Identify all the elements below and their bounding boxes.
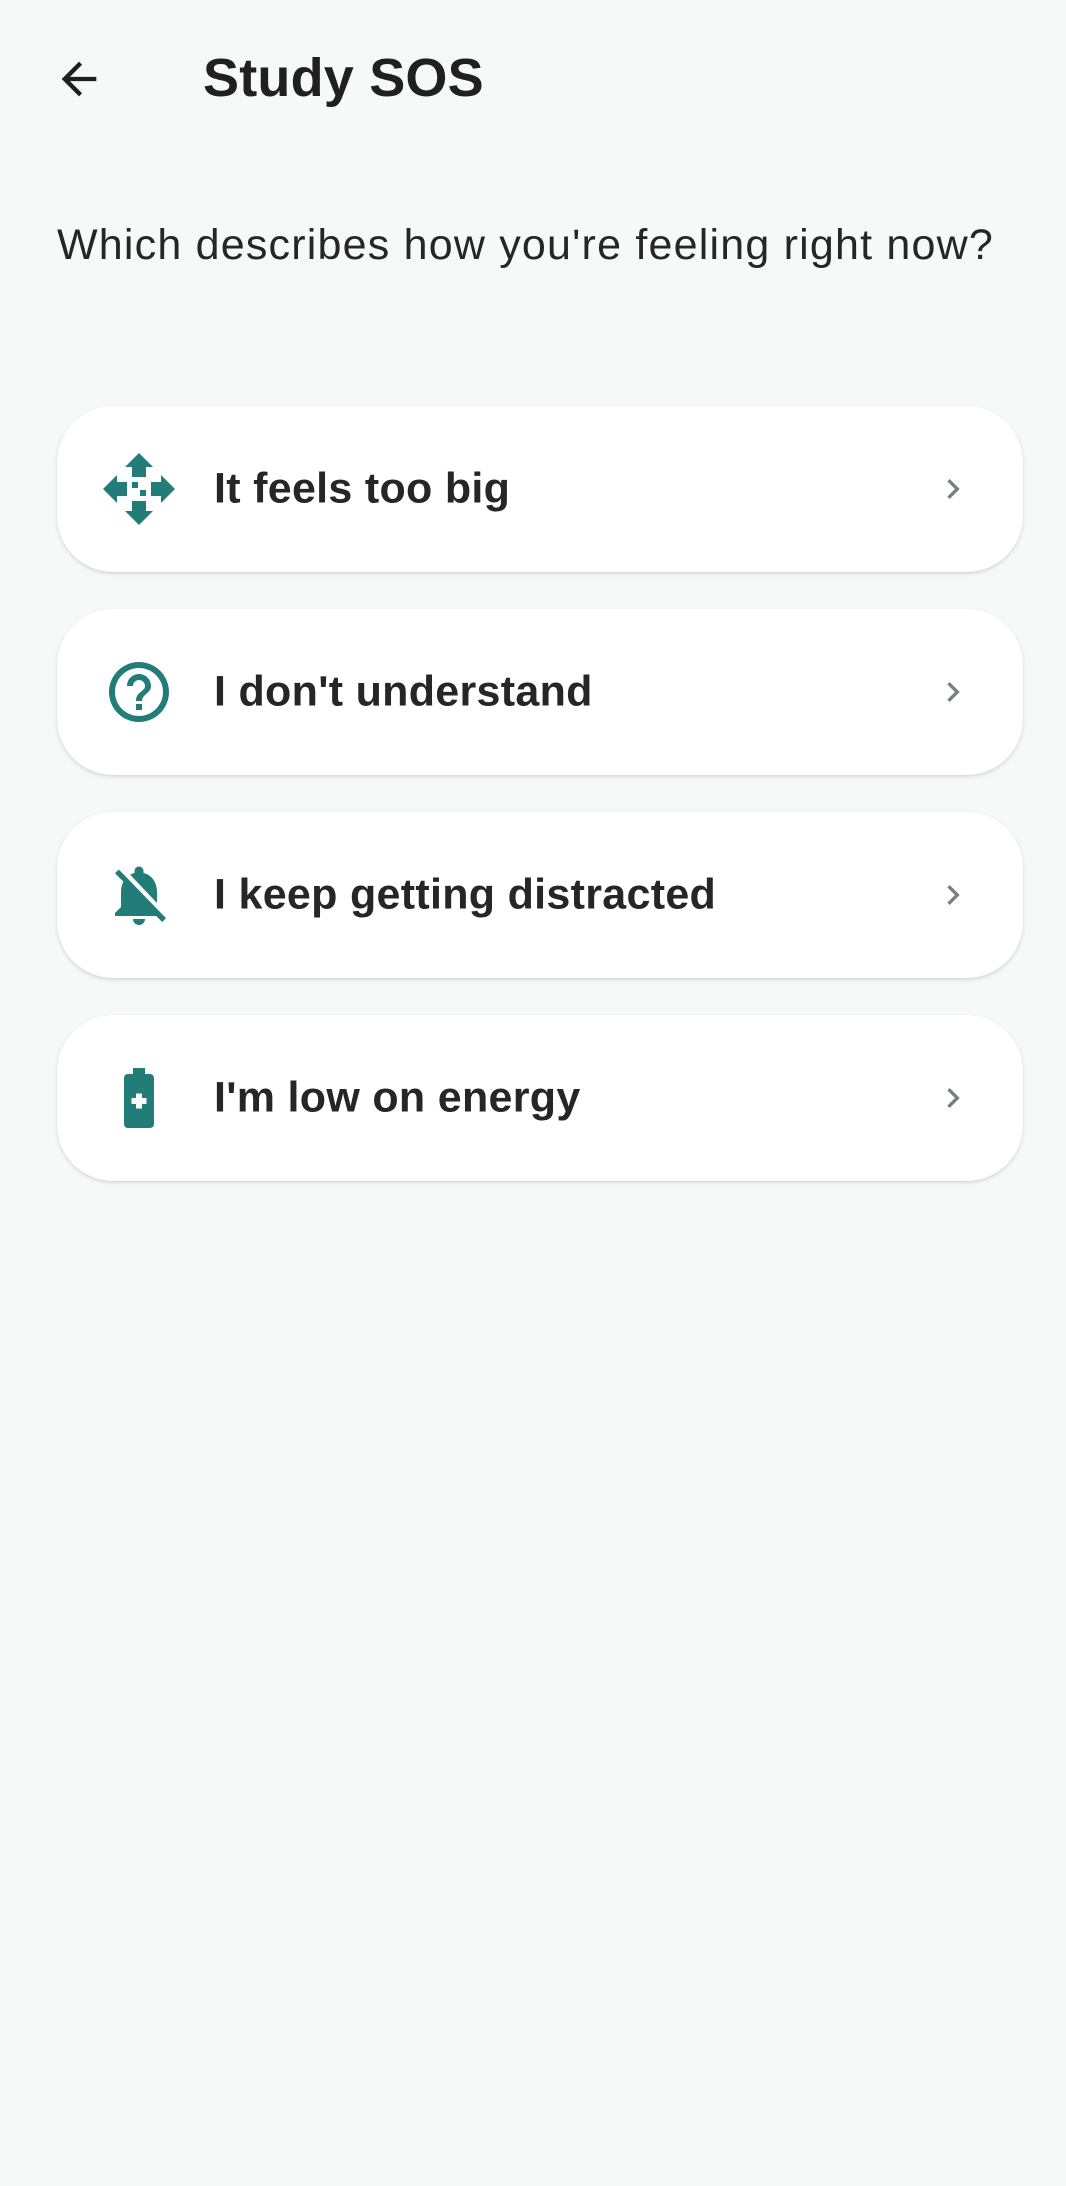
arrow-left-icon [61,61,97,97]
option-label: I'm low on energy [214,1073,581,1122]
option-label: It feels too big [214,464,511,513]
question-prompt: Which describes how you're feeling right… [57,221,994,269]
chevron-right-icon [933,672,973,712]
app-bar: Study SOS [0,0,1066,160]
option-label: I don't understand [214,667,593,716]
chevron-right-icon [933,469,973,509]
help-circle-icon [103,656,175,728]
battery-plus-icon [103,1062,175,1134]
option-low-energy[interactable]: I'm low on energy [57,1015,1023,1181]
chevron-right-icon [933,1078,973,1118]
option-distracted[interactable]: I keep getting distracted [57,812,1023,978]
option-label: I keep getting distracted [214,870,717,919]
options-list: It feels too big I don't understand I ke… [57,406,1023,1218]
option-dont-understand[interactable]: I don't understand [57,609,1023,775]
page-title: Study SOS [203,48,484,108]
notifications-off-icon [103,859,175,931]
back-button[interactable] [44,44,114,114]
chevron-right-icon [933,875,973,915]
option-too-big[interactable]: It feels too big [57,406,1023,572]
expand-arrows-icon [103,453,175,525]
